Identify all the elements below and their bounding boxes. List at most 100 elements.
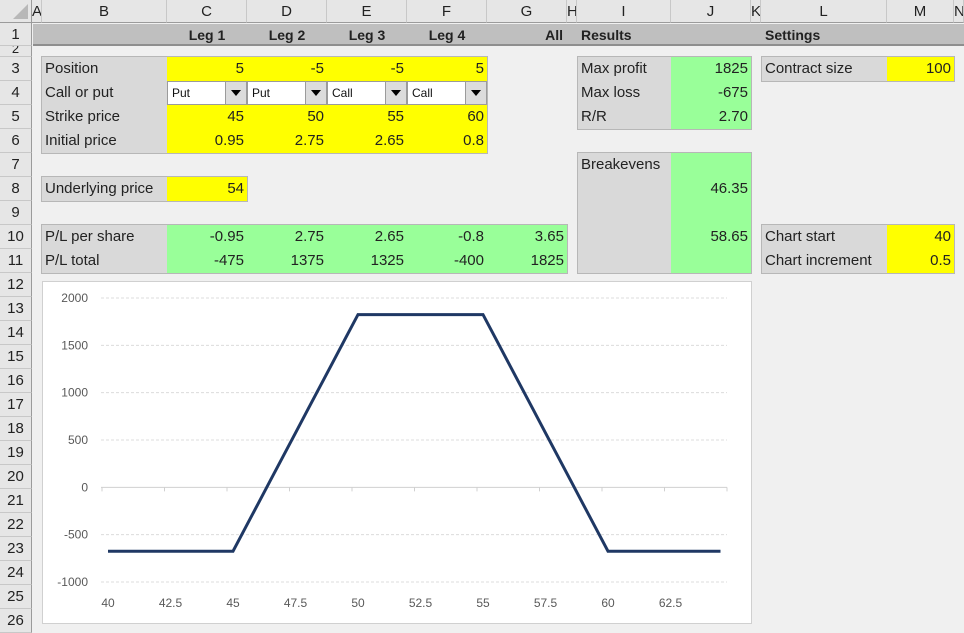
row-header-18[interactable]: 18 [0, 417, 32, 441]
row-header-3[interactable]: 3 [0, 57, 32, 81]
rr-label: R/R [578, 105, 671, 129]
settings-header: Settings [765, 27, 821, 43]
row-header-20[interactable]: 20 [0, 465, 32, 489]
column-header-J[interactable]: J [671, 0, 751, 23]
column-header-A[interactable]: A [32, 0, 42, 23]
leg1-header: Leg 1 [188, 27, 226, 43]
pl-total-label: P/L total [42, 249, 167, 273]
y-tick-label: 0 [81, 480, 88, 494]
row-header-7[interactable]: 7 [0, 153, 32, 177]
y-tick-label: 500 [68, 433, 88, 447]
chart-start-label: Chart start [762, 225, 887, 249]
pl-per-share-leg1: -0.95 [167, 225, 247, 249]
row-header-1[interactable]: 1 [0, 23, 32, 46]
row-header-13[interactable]: 13 [0, 297, 32, 321]
call-or-put-label: Call or put [42, 81, 167, 105]
strike-leg3[interactable]: 55 [327, 105, 407, 129]
row-header-21[interactable]: 21 [0, 489, 32, 513]
column-header-N[interactable]: N [954, 0, 964, 23]
leg2-header: Leg 2 [268, 27, 306, 43]
row-header-25[interactable]: 25 [0, 585, 32, 609]
pl-per-share-all: 3.65 [487, 225, 567, 249]
call-or-put-leg2-dropdown[interactable]: Put [247, 81, 327, 105]
chevron-down-icon[interactable] [305, 82, 326, 104]
column-header-M[interactable]: M [887, 0, 954, 23]
strike-leg4[interactable]: 60 [407, 105, 487, 129]
max-profit-label: Max profit [578, 57, 671, 81]
underlying-price-label: Underlying price [42, 177, 167, 201]
column-header-C[interactable]: C [167, 0, 247, 23]
contract-size-value[interactable]: 100 [887, 57, 954, 81]
select-all-corner[interactable] [0, 0, 32, 23]
row-header-26[interactable]: 26 [0, 609, 32, 633]
row-header-5[interactable]: 5 [0, 105, 32, 129]
dropdown-value: Call [412, 86, 433, 100]
row-header-11[interactable]: 11 [0, 249, 32, 273]
position-leg3[interactable]: -5 [327, 57, 407, 81]
row-header-6[interactable]: 6 [0, 129, 32, 153]
chart-increment-value[interactable]: 0.5 [887, 249, 954, 273]
initial-price-leg4[interactable]: 0.8 [407, 129, 487, 153]
x-tick-label: 45 [226, 596, 240, 610]
column-header-E[interactable]: E [327, 0, 407, 23]
column-header-H[interactable]: H [567, 0, 577, 23]
row-header-10[interactable]: 10 [0, 225, 32, 249]
x-tick-label: 52.5 [409, 596, 433, 610]
row-header-14[interactable]: 14 [0, 321, 32, 345]
pl-total-leg2: 1375 [247, 249, 327, 273]
row-header-4[interactable]: 4 [0, 81, 32, 105]
initial-price-leg1[interactable]: 0.95 [167, 129, 247, 153]
column-header-B[interactable]: B [42, 0, 167, 23]
dropdown-value: Put [252, 86, 271, 100]
position-leg2[interactable]: -5 [247, 57, 327, 81]
x-tick-label: 40 [101, 596, 115, 610]
chart-start-value[interactable]: 40 [887, 225, 954, 249]
chevron-down-icon[interactable] [225, 82, 246, 104]
pl-total-leg1: -475 [167, 249, 247, 273]
y-tick-label: -1000 [57, 575, 88, 589]
column-header-I[interactable]: I [577, 0, 671, 23]
chevron-down-icon[interactable] [465, 82, 486, 104]
row-header-19[interactable]: 19 [0, 441, 32, 465]
call-or-put-leg3-dropdown[interactable]: Call [327, 81, 407, 105]
column-header-D[interactable]: D [247, 0, 327, 23]
pl-per-share-leg2: 2.75 [247, 225, 327, 249]
row-header-16[interactable]: 16 [0, 369, 32, 393]
pl-chart[interactable]: 2000 1500 1000 500 0 -500 -1000 40 42.5 45 47.5 50… [42, 281, 752, 624]
row-header-12[interactable]: 12 [0, 273, 32, 297]
initial-price-leg3[interactable]: 2.65 [327, 129, 407, 153]
row-header-24[interactable]: 24 [0, 561, 32, 585]
position-label: Position [42, 57, 167, 81]
row-header-2[interactable]: 2 [0, 46, 32, 57]
column-header-K[interactable]: K [751, 0, 761, 23]
column-header-F[interactable]: F [407, 0, 487, 23]
underlying-price-value[interactable]: 54 [167, 177, 247, 201]
position-leg4[interactable]: 5 [407, 57, 487, 81]
row-header-15[interactable]: 15 [0, 345, 32, 369]
y-tick-label: -500 [64, 528, 88, 542]
y-tick-label: 1500 [61, 338, 88, 352]
call-or-put-leg4-dropdown[interactable]: Call [407, 81, 487, 105]
max-profit-value: 1825 [671, 57, 751, 81]
row-header-22[interactable]: 22 [0, 513, 32, 537]
x-tick-label: 50 [351, 596, 365, 610]
initial-price-label: Initial price [42, 129, 167, 153]
initial-price-leg2[interactable]: 2.75 [247, 129, 327, 153]
chart-increment-label: Chart increment [762, 249, 887, 273]
column-header-L[interactable]: L [761, 0, 887, 23]
chevron-down-icon[interactable] [385, 82, 406, 104]
breakevens-value-bg [671, 153, 751, 273]
row-header-8[interactable]: 8 [0, 177, 32, 201]
breakevens-label: Breakevens [581, 156, 661, 173]
strike-leg1[interactable]: 45 [167, 105, 247, 129]
x-tick-label: 42.5 [159, 596, 183, 610]
row-header-23[interactable]: 23 [0, 537, 32, 561]
leg4-header: Leg 4 [428, 27, 466, 43]
strike-leg2[interactable]: 50 [247, 105, 327, 129]
position-leg1[interactable]: 5 [167, 57, 247, 81]
row-header-9[interactable]: 9 [0, 201, 32, 225]
row-header-17[interactable]: 17 [0, 393, 32, 417]
call-or-put-leg1-dropdown[interactable]: Put [167, 81, 247, 105]
pl-per-share-leg3: 2.65 [327, 225, 407, 249]
column-header-G[interactable]: G [487, 0, 567, 23]
